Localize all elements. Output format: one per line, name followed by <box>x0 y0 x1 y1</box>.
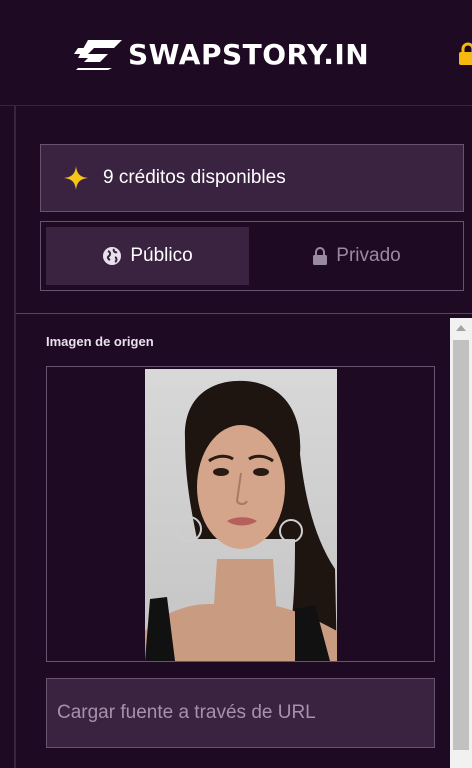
private-option-label: Privado <box>336 245 401 266</box>
brand-name: SWAPSTORY.IN <box>128 38 370 71</box>
app-page: SWAPSTORY.IN 9 créditos disponibles Públ… <box>0 0 472 768</box>
public-option-button[interactable]: Público <box>46 227 249 285</box>
visibility-toggle: Público Privado <box>40 221 464 291</box>
scroll-up-arrow-icon[interactable] <box>450 318 472 338</box>
sparkle-star-icon <box>64 166 88 190</box>
scrollbar[interactable] <box>450 318 472 768</box>
source-url-input[interactable] <box>46 678 435 748</box>
credits-text: 9 créditos disponibles <box>103 167 286 188</box>
source-portrait-image <box>145 369 337 661</box>
lock-icon[interactable] <box>458 42 472 66</box>
source-image-dropzone[interactable] <box>46 366 435 662</box>
header: SWAPSTORY.IN <box>0 0 472 106</box>
credits-panel: 9 créditos disponibles <box>40 144 464 212</box>
swapstory-logo-icon <box>74 40 122 70</box>
globe-icon <box>103 247 122 265</box>
brand-logo[interactable]: SWAPSTORY.IN <box>74 38 369 72</box>
scrollbar-thumb[interactable] <box>453 340 469 750</box>
private-option-button[interactable]: Privado <box>255 227 458 285</box>
sidebar-edge <box>14 106 16 768</box>
source-image-label: Imagen de origen <box>46 334 154 349</box>
public-option-label: Público <box>130 245 193 266</box>
lock-icon <box>313 247 328 265</box>
section-divider <box>16 313 472 314</box>
